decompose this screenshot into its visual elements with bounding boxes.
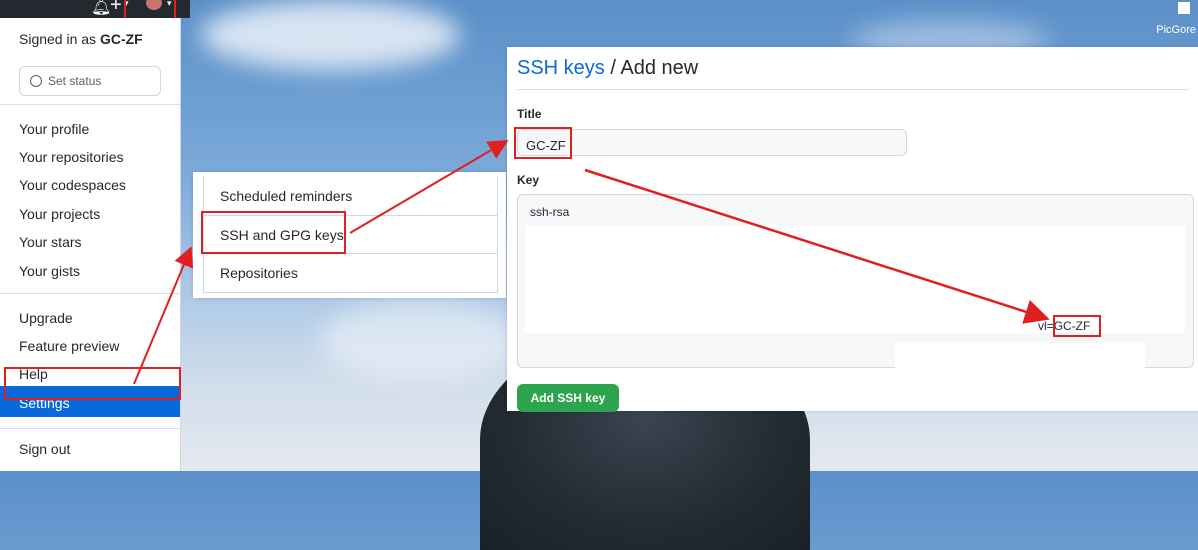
menu-item-feature-preview[interactable]: Feature preview <box>19 338 119 354</box>
menu-item-your-codespaces[interactable]: Your codespaces <box>19 177 126 193</box>
add-ssh-key-button[interactable]: Add SSH key <box>517 384 619 412</box>
sidebar-item-label: Scheduled reminders <box>220 188 353 204</box>
key-textarea[interactable]: ssh-rsa vl=GC-ZF <box>517 194 1194 369</box>
key-label: Key <box>517 173 540 187</box>
key-prefix: ssh-rsa <box>530 205 570 219</box>
username: GC-ZF <box>99 31 143 47</box>
sidebar-item-repositories[interactable]: Repositories <box>204 253 497 291</box>
signed-in-prefix: Signed in as <box>19 31 100 47</box>
set-status-label: Set status <box>48 74 102 88</box>
menu-item-sign-out[interactable]: Sign out <box>19 441 70 457</box>
annotation-highlight-settings <box>4 367 181 400</box>
add-ssh-key-form: SSH keys / Add new Title GC-ZF Key ssh-r… <box>507 47 1198 412</box>
divider <box>0 104 180 105</box>
sidebar-item-scheduled-reminders[interactable]: Scheduled reminders <box>204 177 497 214</box>
menu-item-your-gists[interactable]: Your gists <box>19 263 80 279</box>
divider <box>0 428 180 429</box>
title-label: Title <box>517 107 542 121</box>
bell-icon[interactable]: 🔔︎ <box>91 0 111 17</box>
user-dropdown-menu: Signed in as GC-ZF Set status Your profi… <box>0 18 181 471</box>
key-suffix-chars: vl= <box>1038 319 1054 333</box>
menu-item-your-repositories[interactable]: Your repositories <box>19 149 124 165</box>
sidebar-item-label: Repositories <box>220 265 298 281</box>
menu-item-upgrade[interactable]: Upgrade <box>19 310 73 326</box>
menu-item-your-projects[interactable]: Your projects <box>19 206 100 222</box>
annotation-highlight-title <box>514 127 572 159</box>
breadcrumb-current: Add new <box>620 57 699 79</box>
divider <box>517 89 1189 90</box>
signed-in-text: Signed in as GC-ZF <box>0 18 180 52</box>
set-status-button[interactable]: Set status <box>19 66 161 96</box>
plus-icon[interactable]: + <box>110 0 122 17</box>
smiley-icon <box>30 75 42 87</box>
menu-item-your-stars[interactable]: Your stars <box>19 234 82 250</box>
divider <box>0 293 180 294</box>
key-redacted-block <box>895 343 1145 369</box>
cloud <box>200 0 460 70</box>
breadcrumb-ssh-keys-link[interactable]: SSH keys <box>517 57 605 79</box>
app-icon <box>1178 2 1190 14</box>
page-title: SSH keys / Add new <box>517 57 698 80</box>
annotation-highlight-ssh-gpg-keys <box>201 211 346 254</box>
menu-item-your-profile[interactable]: Your profile <box>19 121 89 137</box>
cloud <box>320 300 520 380</box>
desktop-shortcut[interactable]: PicGore <box>1152 0 1198 40</box>
breadcrumb-separator: / <box>604 57 621 79</box>
annotation-highlight-key-name <box>1053 315 1101 337</box>
desktop-shortcut-label: PicGore <box>1156 24 1196 36</box>
title-input[interactable]: GC-ZF <box>517 129 907 156</box>
